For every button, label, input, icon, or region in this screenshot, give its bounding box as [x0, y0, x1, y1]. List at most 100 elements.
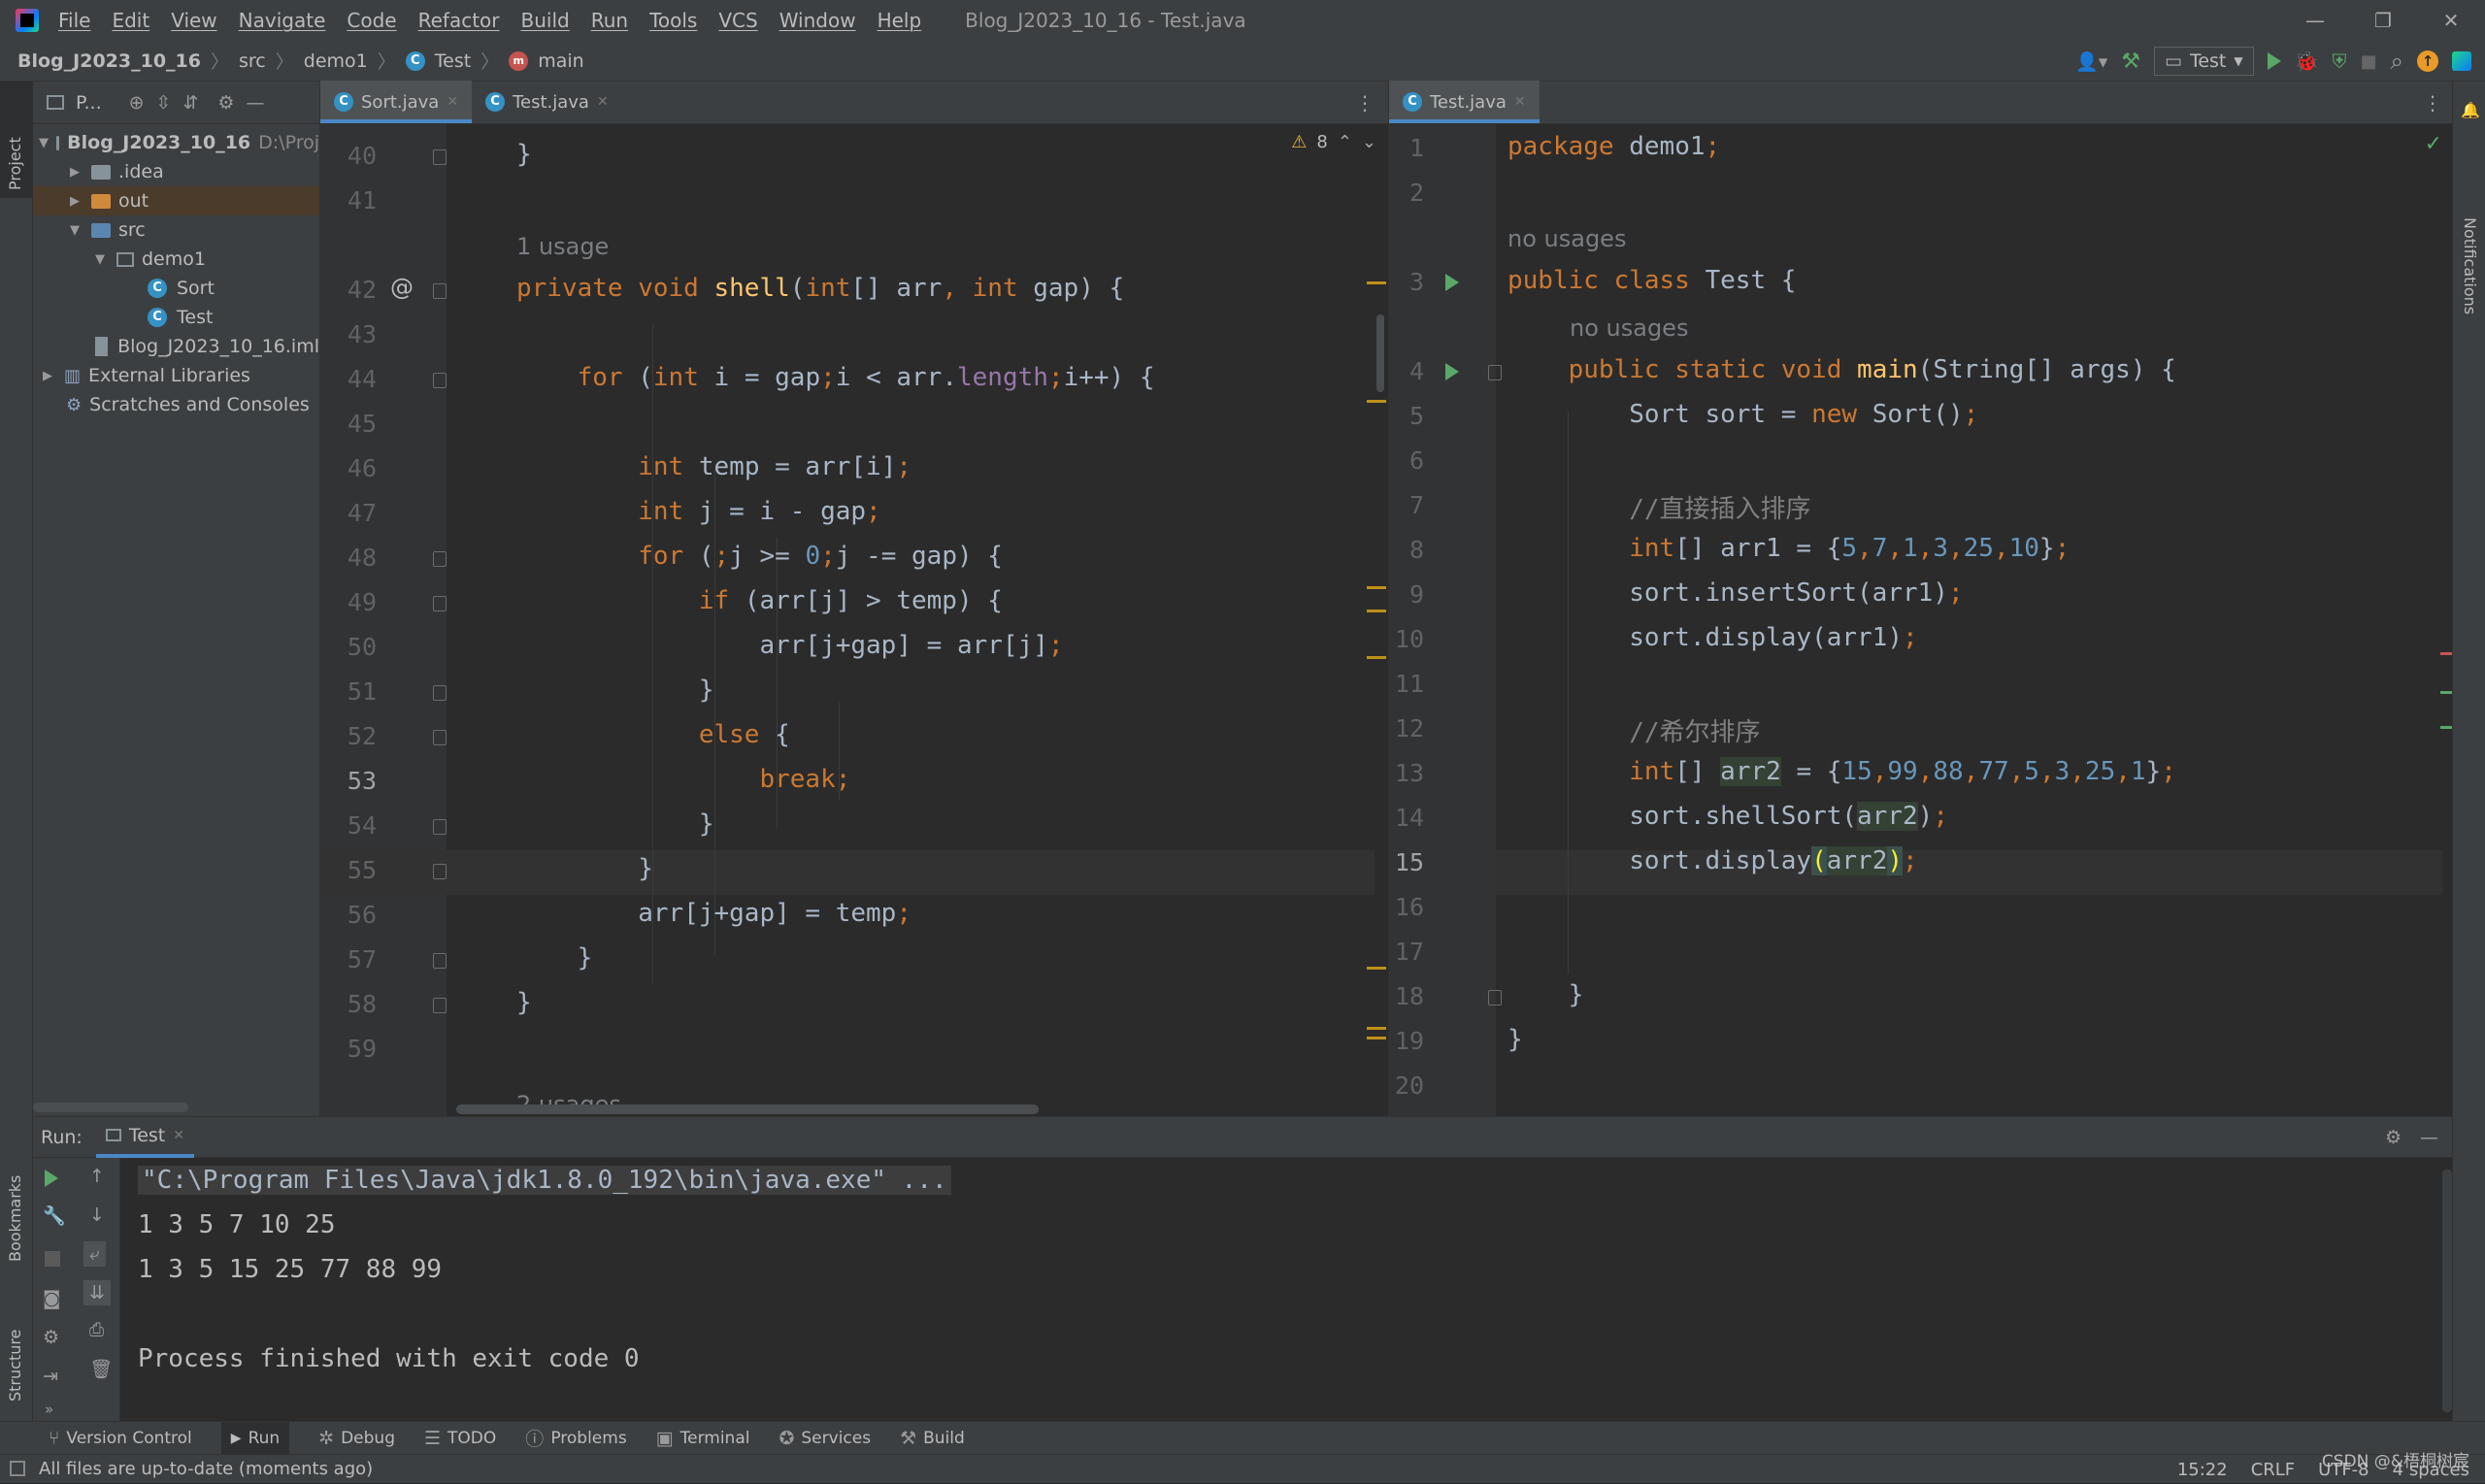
horizontal-scrollbar[interactable]	[33, 1103, 188, 1112]
build-hammer-icon[interactable]: ⚒	[2121, 49, 2140, 74]
fold-marker-icon[interactable]	[433, 864, 447, 879]
fold-marker-icon[interactable]	[1488, 365, 1502, 380]
menu-edit[interactable]: Edit	[112, 9, 149, 32]
menu-navigate[interactable]: Navigate	[239, 9, 326, 32]
fold-marker-icon[interactable]	[433, 373, 447, 388]
menu-code[interactable]: Code	[347, 9, 396, 32]
status-message[interactable]: All files are up-to-date (moments ago)	[39, 1459, 373, 1479]
menu-help[interactable]: Help	[878, 9, 922, 32]
chevron-down-icon[interactable]: ▼	[66, 223, 83, 238]
check-icon[interactable]: ✓	[2425, 132, 2442, 156]
more-tabs-icon[interactable]: ⋮	[1355, 91, 1375, 115]
gear-icon[interactable]: ⚙	[217, 92, 234, 114]
rerun-icon[interactable]	[45, 1170, 58, 1187]
collapse-all-icon[interactable]: ⇵	[182, 92, 198, 114]
inspection-widget[interactable]: ⚠ 8 ⌃ ⌄	[1291, 132, 1376, 152]
search-icon[interactable]: ⌕	[2391, 48, 2403, 75]
stop-icon[interactable]: ■	[2361, 51, 2377, 72]
breadcrumb-class[interactable]: Test	[435, 50, 471, 72]
tree-item-out[interactable]: ▶ out	[33, 186, 319, 215]
hide-icon[interactable]: —	[2420, 1127, 2438, 1148]
status-toggle-icon[interactable]	[10, 1461, 25, 1476]
arrow-up-icon[interactable]: ↑	[89, 1166, 105, 1187]
bookmarks-tool-tab[interactable]: Bookmarks	[6, 1175, 24, 1262]
fold-marker-icon[interactable]	[433, 149, 447, 165]
fold-marker-icon[interactable]	[433, 685, 447, 701]
tree-item-iml[interactable]: Blog_J2023_10_16.iml	[33, 332, 319, 361]
menu-tools[interactable]: Tools	[649, 9, 697, 32]
close-icon[interactable]: ✕	[2417, 9, 2485, 32]
more-icon[interactable]: »	[45, 1401, 53, 1418]
chevron-right-icon[interactable]: ▶	[66, 165, 83, 180]
update-icon[interactable]: ↑	[2417, 50, 2438, 72]
chevron-up-icon[interactable]: ⌃	[1338, 132, 1352, 152]
user-icon[interactable]: 👤▾	[2075, 50, 2107, 73]
tree-item-idea[interactable]: ▶ .idea	[33, 157, 319, 186]
horizontal-scrollbar[interactable]	[456, 1105, 1039, 1114]
project-view-select[interactable]: P...	[76, 92, 102, 114]
vertical-scrollbar[interactable]	[2442, 1170, 2452, 1412]
close-icon[interactable]: ✕	[447, 94, 458, 110]
fold-marker-icon[interactable]	[433, 730, 447, 745]
scroll-to-end-icon[interactable]: ⇊	[83, 1280, 111, 1305]
chevron-down-icon[interactable]: ⌄	[1362, 132, 1376, 152]
tab-test-java[interactable]: C Test.java ✕	[472, 81, 622, 123]
wrench-icon[interactable]: 🔧	[43, 1204, 66, 1227]
expand-all-icon[interactable]: ⇳	[156, 92, 172, 114]
menu-build[interactable]: Build	[521, 9, 570, 32]
notifications-tool-tab[interactable]: Notifications	[2461, 217, 2479, 314]
camera-icon[interactable]: ◙	[43, 1288, 60, 1309]
run-configuration-select[interactable]: ▭ Test ▼	[2154, 47, 2254, 76]
chevron-down-icon[interactable]: ▼	[39, 136, 49, 150]
stop-icon[interactable]	[45, 1251, 60, 1267]
tree-item-sort[interactable]: C Sort	[33, 274, 319, 303]
tree-item-external-libraries[interactable]: ▶ ▥ External Libraries	[33, 361, 319, 390]
run-gutter-icon[interactable]	[1445, 274, 1459, 291]
tool-run[interactable]: ▶ Run	[220, 1421, 290, 1455]
fold-marker-icon[interactable]	[433, 551, 447, 567]
menu-vcs[interactable]: VCS	[718, 9, 757, 32]
tool-debug[interactable]: ✲ Debug	[318, 1428, 395, 1449]
tool-todo[interactable]: ☰ TODO	[424, 1428, 496, 1449]
restore-icon[interactable]: ❐	[2349, 9, 2417, 32]
run-icon[interactable]	[2267, 52, 2281, 70]
vertical-scrollbar[interactable]	[1376, 314, 1384, 392]
run-tab-test[interactable]: Test ✕	[95, 1117, 194, 1158]
tree-item-scratches[interactable]: ⚙ Scratches and Consoles	[33, 390, 319, 419]
breadcrumb-project[interactable]: Blog_J2023_10_16	[17, 50, 201, 72]
project-tool-tab[interactable]: Project	[6, 137, 24, 190]
line-separator[interactable]: CRLF	[2251, 1460, 2295, 1480]
menu-window[interactable]: Window	[779, 9, 856, 32]
tool-problems[interactable]: ⓘ Problems	[525, 1425, 626, 1451]
settings-icon[interactable]: ⚙	[43, 1327, 59, 1348]
fold-marker-icon[interactable]	[433, 596, 447, 611]
toolbox-icon[interactable]	[2452, 51, 2471, 71]
locate-icon[interactable]: ⊕	[129, 92, 145, 114]
close-icon[interactable]: ✕	[1514, 94, 1526, 110]
menu-refactor[interactable]: Refactor	[418, 9, 500, 32]
console-output[interactable]: "C:\Program Files\Java\jdk1.8.0_192\bin\…	[138, 1158, 951, 1381]
chevron-down-icon[interactable]: ▼	[91, 252, 109, 267]
arrow-down-icon[interactable]: ↓	[89, 1204, 105, 1226]
trash-icon[interactable]: 🗑	[89, 1358, 113, 1380]
structure-tool-tab[interactable]: Structure	[6, 1330, 24, 1402]
hide-icon[interactable]: —	[246, 92, 264, 114]
menu-view[interactable]: View	[171, 9, 216, 32]
debug-icon[interactable]: 🐞	[2295, 49, 2319, 73]
print-icon[interactable]: ⎙	[89, 1319, 104, 1340]
more-tabs-icon[interactable]: ⋮	[2423, 91, 2442, 115]
fold-marker-icon[interactable]	[433, 998, 447, 1013]
chevron-right-icon[interactable]: ▶	[66, 194, 83, 209]
tab-sort-java[interactable]: C Sort.java ✕	[320, 81, 473, 123]
tool-version-control[interactable]: ⑂ Version Control	[49, 1428, 192, 1449]
close-icon[interactable]: ✕	[597, 94, 609, 110]
coverage-icon[interactable]: ⛨	[2333, 49, 2347, 73]
soft-wrap-icon[interactable]: ⤶	[83, 1241, 106, 1267]
fold-marker-icon[interactable]	[433, 819, 447, 835]
tab-test-java[interactable]: C Test.java ✕	[1389, 81, 1540, 123]
chevron-right-icon[interactable]: ▶	[39, 369, 56, 383]
tree-item-test[interactable]: C Test	[33, 303, 319, 332]
fold-marker-icon[interactable]	[433, 283, 447, 299]
usage-hint[interactable]: 1 usage	[516, 233, 609, 260]
minimize-icon[interactable]: —	[2281, 9, 2349, 32]
